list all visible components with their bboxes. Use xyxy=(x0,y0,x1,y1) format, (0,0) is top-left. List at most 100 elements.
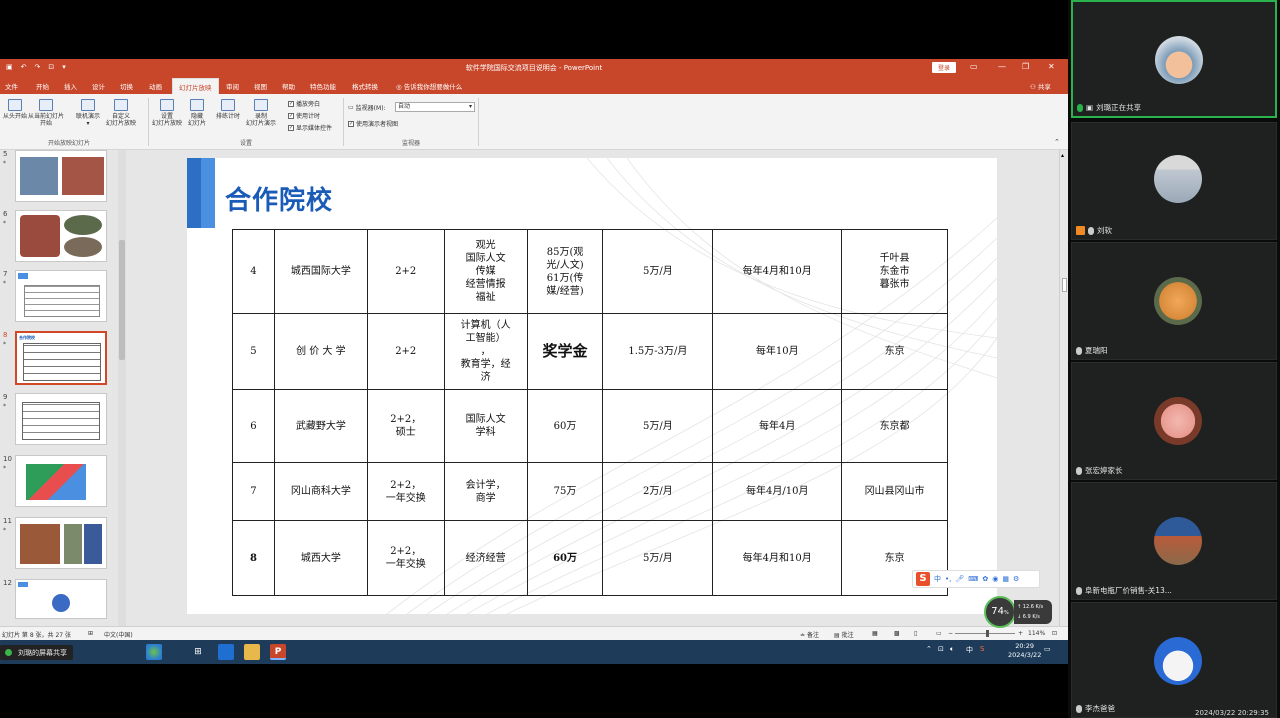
slide-thumb-8[interactable]: 合作院校 xyxy=(15,331,107,385)
slideshow-view-icon[interactable]: ▭ xyxy=(936,630,942,637)
task-view-icon[interactable]: ⊞ xyxy=(190,644,206,660)
from-start-button[interactable]: 从头开始 xyxy=(3,99,27,120)
minimize-icon[interactable]: — xyxy=(998,62,1006,71)
screen-share-indicator[interactable]: 刘璐的屏幕共享 xyxy=(0,645,73,660)
setup-show-button[interactable]: 设置 幻灯片放映 xyxy=(152,99,182,127)
network-icon[interactable]: ⊡ xyxy=(938,645,944,653)
participant-tile-5[interactable]: 阜新电瓶厂价销售-关13... xyxy=(1071,482,1277,600)
tab-review[interactable]: 审阅 xyxy=(226,81,239,91)
slide-sorter-icon[interactable]: ▩ xyxy=(894,630,900,637)
reading-view-icon[interactable]: ▯ xyxy=(914,630,917,637)
collapse-ribbon-icon[interactable]: ⌃ xyxy=(1054,138,1060,146)
custom-show-button[interactable]: 自定义 幻灯片放映 xyxy=(106,99,136,127)
volume-icon[interactable]: 🔈︎ xyxy=(950,645,954,654)
thumbnail-scrollbar[interactable] xyxy=(118,150,126,626)
fit-slide-icon[interactable]: ⊡ xyxy=(1052,630,1057,637)
ribbon-display-icon[interactable]: ▭ xyxy=(970,62,978,71)
online-present-button[interactable]: 联机演示 ▾ xyxy=(76,99,100,127)
app-icon[interactable] xyxy=(218,644,234,660)
network-speed-widget[interactable]: 74% ↑ 12.6 K/s ↓ 6.9 K/s xyxy=(984,596,1052,628)
presenter-view-checkbox[interactable]: ✓ 使用演示者视图 xyxy=(348,119,398,128)
scrollbar-thumb[interactable] xyxy=(1062,278,1067,292)
game-icon[interactable]: ◉ xyxy=(992,575,998,583)
zoom-slider[interactable] xyxy=(955,633,1015,634)
slide-thumb-11[interactable] xyxy=(15,517,107,569)
input-language[interactable]: 中 xyxy=(966,645,973,655)
participant-label: 阜新电瓶厂价销售-关13... xyxy=(1076,585,1172,596)
microphone-icon[interactable]: 🎤︎ xyxy=(955,575,964,583)
narration-checkbox[interactable]: ✓ 播放旁白 xyxy=(288,99,320,108)
slide-scrollbar[interactable]: ▴ xyxy=(1059,150,1068,626)
slide-thumb-9[interactable] xyxy=(15,393,107,445)
close-icon[interactable]: ✕ xyxy=(1048,62,1055,71)
participant-tile-3[interactable]: 夏瑞阳 xyxy=(1071,242,1277,360)
slide-thumb-10[interactable] xyxy=(15,455,107,507)
participant-tile-4[interactable]: 张宏婷家长 xyxy=(1071,362,1277,480)
from-current-button[interactable]: 从当前幻灯片 开始 xyxy=(28,99,64,127)
zoom-in-icon[interactable]: + xyxy=(1018,630,1023,637)
tab-insert[interactable]: 插入 xyxy=(64,81,77,91)
tab-slideshow[interactable]: 幻灯片放映 xyxy=(172,78,219,94)
participant-tile-6[interactable]: 李杰爸爸 xyxy=(1071,602,1277,718)
tab-design[interactable]: 设计 xyxy=(92,81,105,91)
powerpoint-icon[interactable]: P xyxy=(270,644,286,660)
record-show-button[interactable]: 录制 幻灯片演示 xyxy=(246,99,276,127)
tab-transitions[interactable]: 切换 xyxy=(120,81,133,91)
tray-chevron-icon[interactable]: ⌃ xyxy=(926,645,932,653)
table-row: 4 城西国际大学 2+2 观光 国际人文 传媒 经营情报 福祉 85万(观 光/人文) … xyxy=(232,229,948,314)
scrollbar-thumb[interactable] xyxy=(119,240,125,360)
login-button[interactable]: 登录 xyxy=(932,62,957,73)
tab-special[interactable]: 特色功能 xyxy=(310,81,336,91)
online-icon xyxy=(81,99,95,111)
slide-canvas[interactable]: 合作院校 4 城西国际大学 2+2 观光 国际人文 传媒 经营情报 福祉 85万(观 光… xyxy=(187,158,997,614)
sogou-tray-icon[interactable]: S xyxy=(980,645,984,653)
apps-icon[interactable]: ▦ xyxy=(1002,575,1009,583)
skin-icon[interactable]: ✿ xyxy=(982,575,988,583)
slide-thumb-7[interactable] xyxy=(15,270,107,322)
punctuation-icon[interactable]: •, xyxy=(945,575,951,583)
keyboard-icon[interactable]: ⌨︎ xyxy=(968,575,978,583)
tab-animations[interactable]: 动画 xyxy=(149,81,162,91)
rehearse-timing-button[interactable]: 排练计时 xyxy=(216,99,240,120)
settings-icon[interactable]: ⚙ xyxy=(1013,575,1019,583)
language-indicator[interactable]: 中文(中国) xyxy=(104,630,133,639)
restore-icon[interactable]: ❐ xyxy=(1022,62,1029,71)
participant-tile-2[interactable]: 刘软 xyxy=(1071,122,1277,240)
zoom-slider-handle[interactable] xyxy=(986,630,989,637)
zoom-out-icon[interactable]: − xyxy=(948,630,953,637)
cell-intake: 每年4月和10月 xyxy=(712,520,843,596)
tab-file[interactable]: 文件 xyxy=(5,81,18,91)
taskbar-clock[interactable]: 20:29 2024/3/22 xyxy=(1008,642,1041,660)
zoom-level[interactable]: 114% xyxy=(1028,630,1045,637)
cell-intake: 每年4月和10月 xyxy=(712,229,843,314)
hide-slide-button[interactable]: 隐藏 幻灯片 xyxy=(188,99,206,127)
cell-living: 2万/月 xyxy=(602,462,714,521)
participant-tile-1[interactable]: ▣ 刘璐正在共享 xyxy=(1071,0,1277,118)
cell-no: 5 xyxy=(232,313,275,390)
tell-me-search[interactable]: ◎ 告诉我你想要做什么 xyxy=(396,81,462,91)
browser-icon[interactable] xyxy=(146,644,162,660)
normal-view-icon[interactable]: ▦ xyxy=(872,630,878,637)
share-button[interactable]: ⚇ 共享 xyxy=(1030,81,1051,91)
notification-icon[interactable]: ▭ xyxy=(1044,645,1051,653)
slide-thumb-6[interactable] xyxy=(15,210,107,262)
tab-help[interactable]: 帮助 xyxy=(282,81,295,91)
timing-checkbox[interactable]: ✓ 使用计时 xyxy=(288,111,320,120)
slide-thumb-5[interactable] xyxy=(15,150,107,202)
slide-thumb-12[interactable] xyxy=(15,579,107,619)
ime-mode[interactable]: 中 xyxy=(934,574,941,584)
monitor-select[interactable]: 自动 ▾ xyxy=(395,102,475,112)
tab-format-convert[interactable]: 格式转换 xyxy=(352,81,378,91)
file-explorer-icon[interactable] xyxy=(244,644,260,660)
cell-intake: 每年4月/10月 xyxy=(712,462,843,521)
tab-view[interactable]: 视图 xyxy=(254,81,267,91)
ime-toolbar[interactable]: S 中 •, 🎤︎ ⌨︎ ✿ ◉ ▦ ⚙ xyxy=(912,570,1040,588)
tab-home[interactable]: 开始 xyxy=(36,81,49,91)
scroll-up-icon[interactable]: ▴ xyxy=(1061,152,1064,159)
title-accent-bar-dark xyxy=(187,158,201,228)
notes-button[interactable]: ≐ 备注 xyxy=(800,630,819,639)
photo-thumbnail xyxy=(20,157,58,195)
comments-button[interactable]: ▤ 批注 xyxy=(834,630,854,639)
media-controls-checkbox[interactable]: ✓ 显示媒体控件 xyxy=(288,123,332,132)
spellcheck-icon[interactable]: ⊞ xyxy=(88,630,93,637)
